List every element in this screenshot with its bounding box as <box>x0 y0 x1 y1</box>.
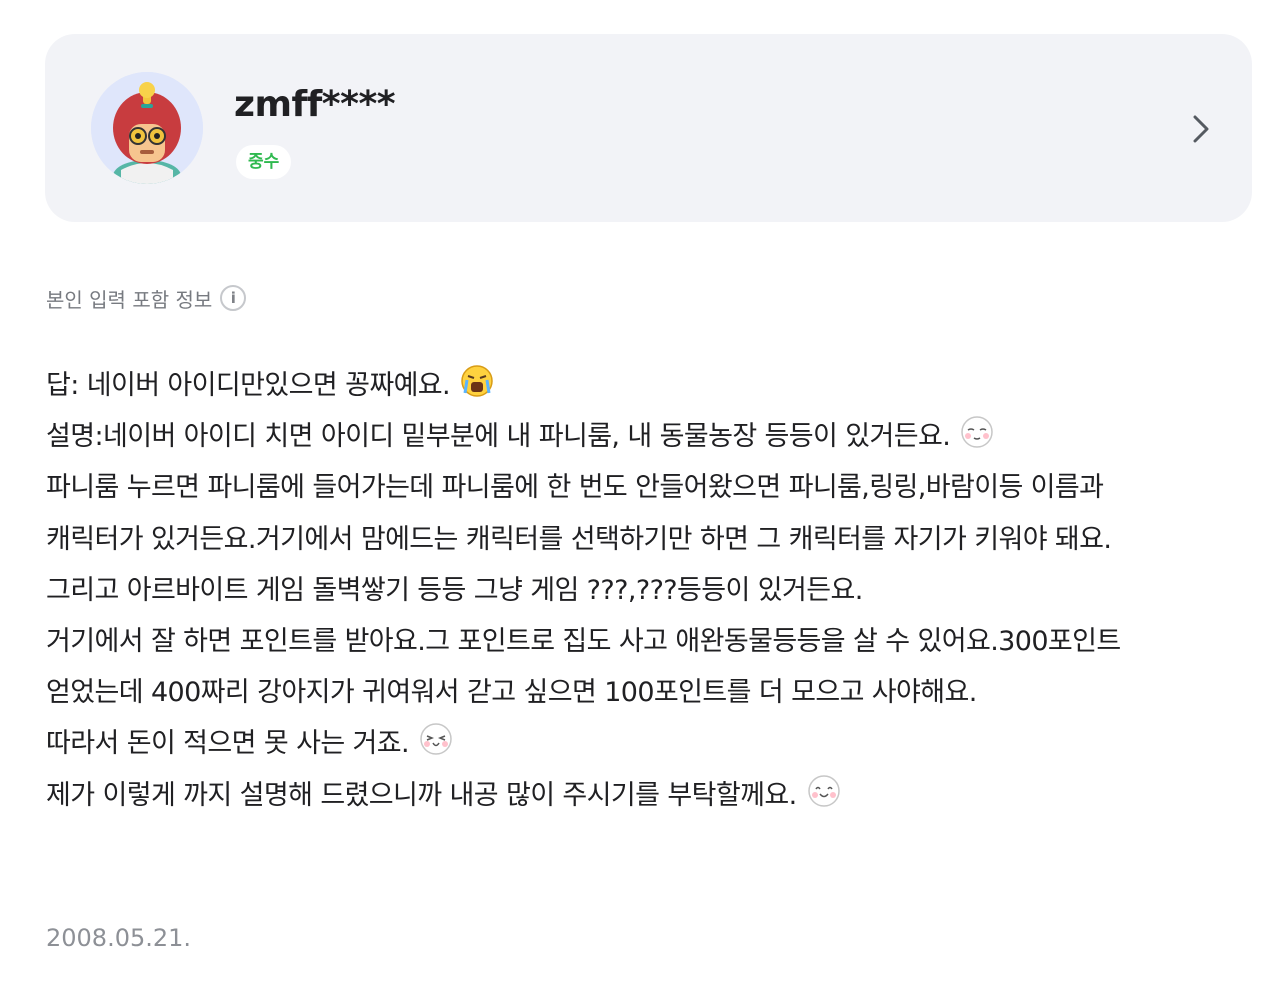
info-icon[interactable]: i <box>220 285 247 311</box>
answer-line-text: 거기에서 잘 하면 포인트를 받아요.그 포인트로 집도 사고 애완동물등등을 … <box>46 625 1121 657</box>
answer-line-text: 얻었는데 400짜리 강아지가 귀여워서 갇고 싶으면 100포인트를 더 모으… <box>46 677 977 709</box>
answer-line: 캐릭터가 있거든요.거기에서 맘에드는 캐릭터를 선택하기만 하면 그 캐릭터를… <box>46 514 1256 565</box>
username[interactable]: zmff**** <box>234 84 396 125</box>
answer-line: 거기에서 잘 하면 포인트를 받아요.그 포인트로 집도 사고 애완동물등등을 … <box>46 616 1256 667</box>
answer-body: 답: 네이버 아이디만있으면 꽁짜예요. 설명:네이버 아이디 치면 아이디 밑… <box>46 360 1256 821</box>
crying-emoticon-icon <box>461 365 493 397</box>
author-profile-card[interactable]: zmff**** 중수 <box>45 34 1252 222</box>
answer-line-text: 답: 네이버 아이디만있으면 꽁짜예요. <box>46 370 451 401</box>
chevron-right-icon[interactable] <box>1189 112 1213 146</box>
answer-line: 그리고 아르바이트 게임 돌벽쌓기 등등 그냥 게임 ???,???등등이 있거… <box>46 565 1256 616</box>
answer-line: 따라서 돈이 적으면 못 사는 거죠. <box>46 718 1256 769</box>
user-input-info-row: 본인 입력 포함 정보 i <box>46 283 247 313</box>
answer-date: 2008.05.21. <box>46 924 192 952</box>
answer-line-text: 캐릭터가 있거든요.거기에서 맘에드는 캐릭터를 선택하기만 하면 그 캐릭터를… <box>46 523 1112 555</box>
answer-line-text: 설명:네이버 아이디 치면 아이디 밑부분에 내 파니룸, 내 동물농장 등등이… <box>46 421 951 453</box>
answer-line-text: 그리고 아르바이트 게임 돌벽쌓기 등등 그냥 게임 ???,???등등이 있거… <box>46 574 863 606</box>
avatar[interactable] <box>91 72 203 184</box>
smile-emoticon-icon <box>807 774 840 807</box>
answer-line-text: 파니룸 누르면 파니룸에 들어가는데 파니룸에 한 번도 안들어왔으면 파니룸,… <box>46 472 1104 504</box>
character-avatar-icon <box>91 72 203 184</box>
rank-badge: 중수 <box>236 145 292 179</box>
answer-line: 설명:네이버 아이디 치면 아이디 밑부분에 내 파니룸, 내 동물농장 등등이… <box>46 411 1256 462</box>
answer-line-text: 제가 이렇게 까지 설명해 드렸으니까 내공 많이 주시기를 부탁할께요. <box>46 779 797 811</box>
answer-line: 얻었는데 400짜리 강아지가 귀여워서 갇고 싶으면 100포인트를 더 모으… <box>46 667 1256 718</box>
answer-line: 제가 이렇게 까지 설명해 드렸으니까 내공 많이 주시기를 부탁할께요. <box>46 770 1256 821</box>
answer-line-text: 따라서 돈이 적으면 못 사는 거죠. <box>46 728 410 760</box>
sleepy-emoticon-icon <box>961 416 993 448</box>
answer-line: 답: 네이버 아이디만있으면 꽁짜예요. <box>46 360 1256 411</box>
answer-line: 파니룸 누르면 파니룸에 들어가는데 파니룸에 한 번도 안들어왔으면 파니룸,… <box>46 462 1256 513</box>
happy-emoticon-icon <box>420 723 452 756</box>
user-input-info-label: 본인 입력 포함 정보 <box>46 287 213 312</box>
